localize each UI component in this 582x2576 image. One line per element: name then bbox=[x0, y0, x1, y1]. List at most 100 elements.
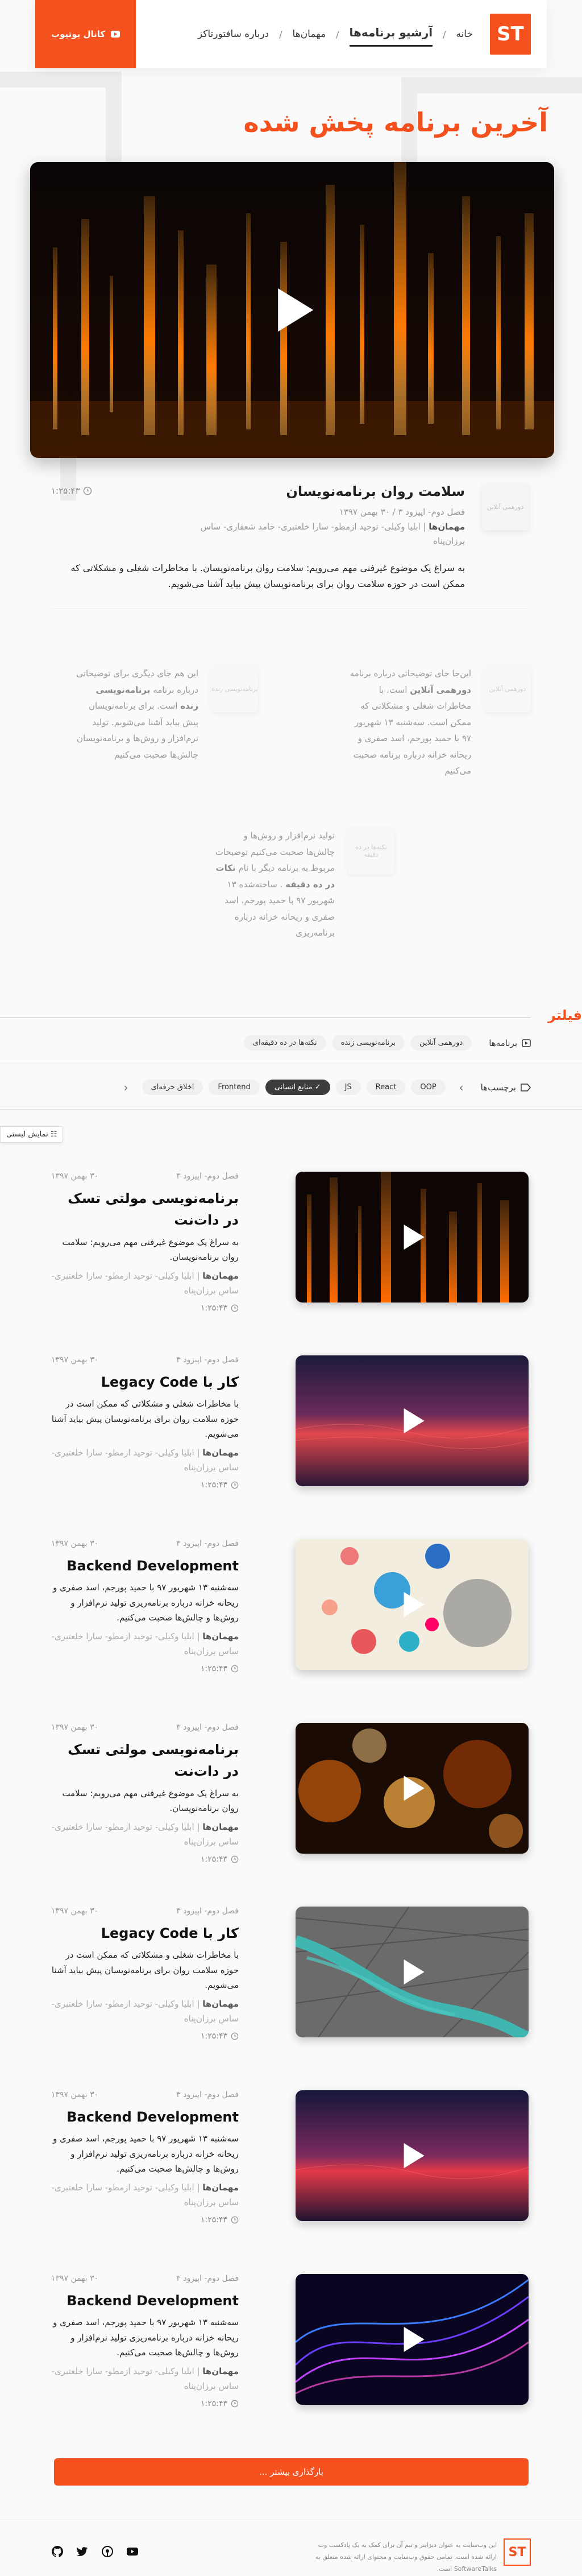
episode-card[interactable]: فصل دوم- اپیزود ۳ ۳۰ بهمن ۱۳۹۷ کار با Lega… bbox=[51, 1907, 529, 2043]
hero-video-player[interactable] bbox=[30, 162, 554, 458]
guests-label: مهمان‌ها bbox=[202, 1271, 239, 1281]
episode-video-thumbnail[interactable] bbox=[296, 1723, 529, 1854]
tag-filter-row: برچسب‌ها › OOP React JS ✓ منابع انسانی F… bbox=[124, 1080, 531, 1095]
chevron-left-icon[interactable]: ‹ bbox=[124, 1081, 128, 1094]
nav-archive[interactable]: آرشیو برنامه‌ها bbox=[349, 22, 433, 47]
episode-date: ۳۰ بهمن ۱۳۹۷ bbox=[51, 2090, 99, 2099]
nav-about[interactable]: درباره سافتورتاکز bbox=[198, 25, 269, 43]
main-nav: خانه / آرشیو برنامه‌ها / مهمان‌ها / دربا… bbox=[136, 22, 473, 47]
episode-title[interactable]: کار با Legacy Code bbox=[51, 1371, 239, 1393]
episode-description: به سراغ یک موضوع غیرفنی مهم می‌رویم: سلا… bbox=[62, 1788, 239, 1814]
hero-title: آخرین برنامه پخش شده bbox=[243, 107, 548, 138]
guests-label: مهمان‌ها bbox=[202, 1999, 239, 2009]
play-icon[interactable] bbox=[404, 1592, 425, 1617]
related-program-3[interactable]: نکته‌ها در ده دقیقه تولید نرم‌افزار و رو… bbox=[213, 828, 394, 953]
clock-icon bbox=[231, 1665, 239, 1673]
program-chip[interactable]: نکته‌ها در ده دقیقه‌ای bbox=[243, 1035, 326, 1051]
play-icon[interactable] bbox=[404, 2327, 425, 2352]
guests-label: مهمان‌ها bbox=[202, 2182, 239, 2193]
episode-date: ۳۰ بهمن ۱۳۹۷ bbox=[51, 1355, 99, 1365]
guests-label: مهمان‌ها bbox=[202, 1822, 239, 1833]
youtube-button-label: کانال یوتیوب bbox=[51, 29, 106, 39]
filter-header: فیلتر bbox=[0, 1007, 582, 1023]
episode-title[interactable]: برنامه‌نویسی مولتی تسک در دات‌نت bbox=[51, 1739, 239, 1783]
nav-guests[interactable]: مهمان‌ها bbox=[293, 25, 326, 43]
clock-icon bbox=[84, 486, 92, 495]
episode-video-thumbnail[interactable] bbox=[296, 1172, 529, 1303]
episode-card[interactable]: فصل دوم- اپیزود ۳ ۳۰ بهمن ۱۳۹۷ کار با Lega… bbox=[51, 1355, 529, 1492]
episode-duration: ۱:۲۵:۴۳ bbox=[51, 2215, 239, 2224]
episode-description: سه‌شنبه ۱۳ شهریور ۹۷ با حمید پورجم، اسد … bbox=[53, 2133, 239, 2174]
episode-video-thumbnail[interactable] bbox=[296, 2274, 529, 2405]
episode-video-thumbnail[interactable] bbox=[296, 1907, 529, 2037]
episode-video-thumbnail[interactable] bbox=[296, 2090, 529, 2221]
episode-card[interactable]: فصل دوم- اپیزود ۳ ۳۰ بهمن ۱۳۹۷ برنامه‌نویس… bbox=[51, 1172, 529, 1313]
play-icon[interactable] bbox=[404, 1959, 425, 1984]
tag-chip[interactable]: اخلاق حرفه‌ای bbox=[142, 1080, 203, 1095]
related-program-2[interactable]: برنامه‌نویسی زنده این هم جای دیگری برای … bbox=[76, 665, 258, 791]
footer-logo[interactable]: ST bbox=[504, 2538, 531, 2566]
episode-info: فصل دوم- اپیزود ۳ bbox=[176, 1723, 239, 1732]
episode-card[interactable]: فصل دوم- اپیزود ۳ ۳۰ بهمن ۱۳۹۷ برنامه‌نویس… bbox=[51, 1723, 529, 1864]
episode-title[interactable]: کار با Legacy Code bbox=[51, 1922, 239, 1944]
footer-text: این وب‌سایت به عنوان دیزاینر و تیم آن بر… bbox=[315, 2541, 497, 2573]
play-icon[interactable] bbox=[404, 1776, 425, 1801]
episode-info: فصل دوم- اپیزود ۳ bbox=[176, 1539, 239, 1548]
episode-duration: ۱:۲۵:۴۳ bbox=[51, 2399, 239, 2408]
clock-icon bbox=[231, 1481, 239, 1489]
related-program-1[interactable]: دورهمی آنلاین این‌جا جای توضیحاتی درباره… bbox=[349, 665, 531, 791]
program-chip[interactable]: دورهمی آنلاین bbox=[410, 1035, 472, 1051]
tag-chip[interactable]: JS bbox=[335, 1080, 361, 1095]
episode-info: فصل دوم- اپیزود ۳ bbox=[176, 1355, 239, 1365]
episode-video-thumbnail[interactable] bbox=[296, 1539, 529, 1670]
featured-description: به سراغ یک موضوع غیرفنی مهم می‌رویم: سلا… bbox=[70, 562, 465, 590]
play-icon[interactable] bbox=[404, 1225, 425, 1250]
top-header: ST خانه / آرشیو برنامه‌ها / مهمان‌ها / د… bbox=[35, 0, 547, 68]
episode-description: با مخاطرات شغلی و مشکلاتی که ممکن است در… bbox=[51, 1950, 239, 1990]
episode-date: ۳۰ بهمن ۱۳۹۷ bbox=[51, 2274, 99, 2283]
featured-guests-label: مهمان‌ها bbox=[429, 521, 465, 532]
episode-video-thumbnail[interactable] bbox=[296, 1355, 529, 1486]
episode-info: فصل دوم- اپیزود ۳ bbox=[176, 1172, 239, 1181]
featured-guests-cont: برزان‌پناه bbox=[433, 536, 465, 546]
youtube-icon[interactable] bbox=[126, 2545, 139, 2558]
episode-duration: ۱:۲۵:۴۳ bbox=[51, 1855, 239, 1864]
nav-home[interactable]: خانه bbox=[456, 25, 473, 43]
play-icon[interactable] bbox=[404, 1408, 425, 1433]
featured-program-thumb[interactable]: دورهمی آنلاین bbox=[482, 483, 529, 530]
chevron-right-icon[interactable]: › bbox=[459, 1081, 464, 1094]
episode-title[interactable]: Backend Development bbox=[51, 2290, 239, 2312]
site-logo[interactable]: ST bbox=[490, 14, 531, 55]
episode-duration: ۱:۲۵:۴۳ bbox=[51, 1481, 239, 1490]
episode-date: ۳۰ بهمن ۱۳۹۷ bbox=[51, 1539, 99, 1548]
clock-icon bbox=[231, 1304, 239, 1312]
episode-date: ۳۰ بهمن ۱۳۹۷ bbox=[51, 1723, 99, 1732]
episode-card[interactable]: فصل دوم- اپیزود ۳ ۳۰ بهمن ۱۳۹۷ Backend Dev… bbox=[51, 2090, 529, 2227]
featured-duration: ۱:۲۵:۴۳ bbox=[51, 486, 92, 496]
episode-card[interactable]: فصل دوم- اپیزود ۳ ۳۰ بهمن ۱۳۹۷ Backend Dev… bbox=[51, 2274, 529, 2410]
featured-title[interactable]: سلامت روان برنامه‌نویسان bbox=[51, 483, 465, 499]
episode-title[interactable]: Backend Development bbox=[51, 1555, 239, 1577]
program-filter-row: برنامه‌ها دورهمی آنلاین برنامه‌نویسی زند… bbox=[243, 1035, 531, 1051]
guests-label: مهمان‌ها bbox=[202, 2366, 239, 2377]
program-chip[interactable]: برنامه‌نویسی زنده bbox=[331, 1035, 405, 1051]
tag-chip[interactable]: OOP bbox=[411, 1080, 446, 1095]
related-thumb: برنامه‌نویسی زنده bbox=[211, 665, 258, 712]
list-icon: ☷ bbox=[50, 1130, 57, 1139]
youtube-channel-button[interactable]: کانال یوتیوب bbox=[35, 0, 136, 68]
podcast-icon[interactable] bbox=[101, 2545, 114, 2558]
tag-chip[interactable]: Frontend bbox=[209, 1080, 260, 1095]
load-more-button[interactable]: بارگذاری بیشتر ... bbox=[54, 2458, 529, 2486]
clock-icon bbox=[231, 2400, 239, 2408]
twitter-icon[interactable] bbox=[76, 2545, 89, 2558]
tag-chip[interactable]: React bbox=[366, 1080, 406, 1095]
tag-icon bbox=[521, 1083, 531, 1091]
episode-title[interactable]: برنامه‌نویسی مولتی تسک در دات‌نت bbox=[51, 1188, 239, 1231]
play-icon[interactable] bbox=[278, 288, 314, 332]
episode-title[interactable]: Backend Development bbox=[51, 2106, 239, 2128]
tag-chip-selected[interactable]: ✓ منابع انسانی bbox=[265, 1080, 330, 1095]
github-icon[interactable] bbox=[51, 2545, 64, 2558]
episode-card[interactable]: فصل دوم- اپیزود ۳ ۳۰ بهمن ۱۳۹۷ Backend Dev… bbox=[51, 1539, 529, 1676]
play-icon[interactable] bbox=[404, 2143, 425, 2168]
list-view-toggle[interactable]: ☷ نمایش لیستی bbox=[0, 1126, 64, 1143]
